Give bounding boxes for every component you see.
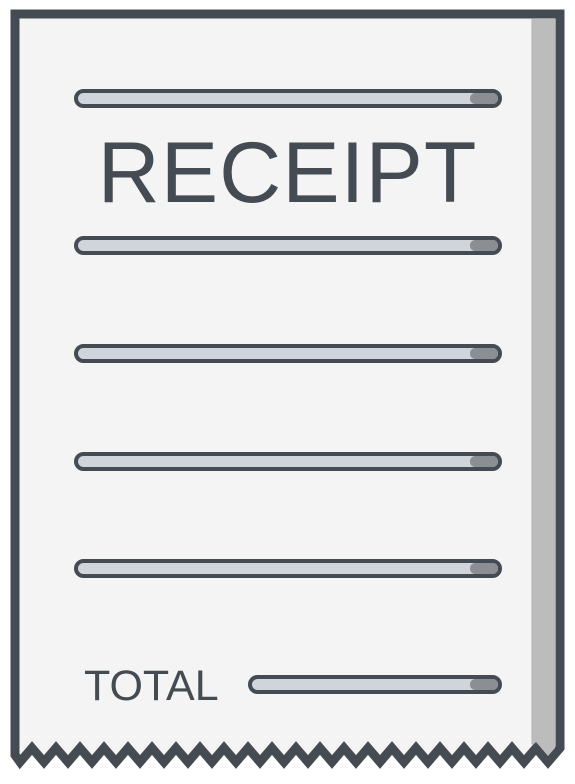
receipt-line — [74, 559, 502, 578]
receipt-line — [74, 236, 502, 255]
total-line — [248, 675, 502, 694]
total-label: TOTAL — [84, 662, 219, 710]
receipt-shadow — [532, 19, 555, 756]
receipt-line — [74, 89, 502, 108]
receipt-line — [74, 452, 502, 471]
receipt-illustration: RECEIPT TOTAL — [0, 0, 575, 784]
receipt-title: RECEIPT — [97, 125, 478, 221]
receipt-line — [74, 344, 502, 363]
